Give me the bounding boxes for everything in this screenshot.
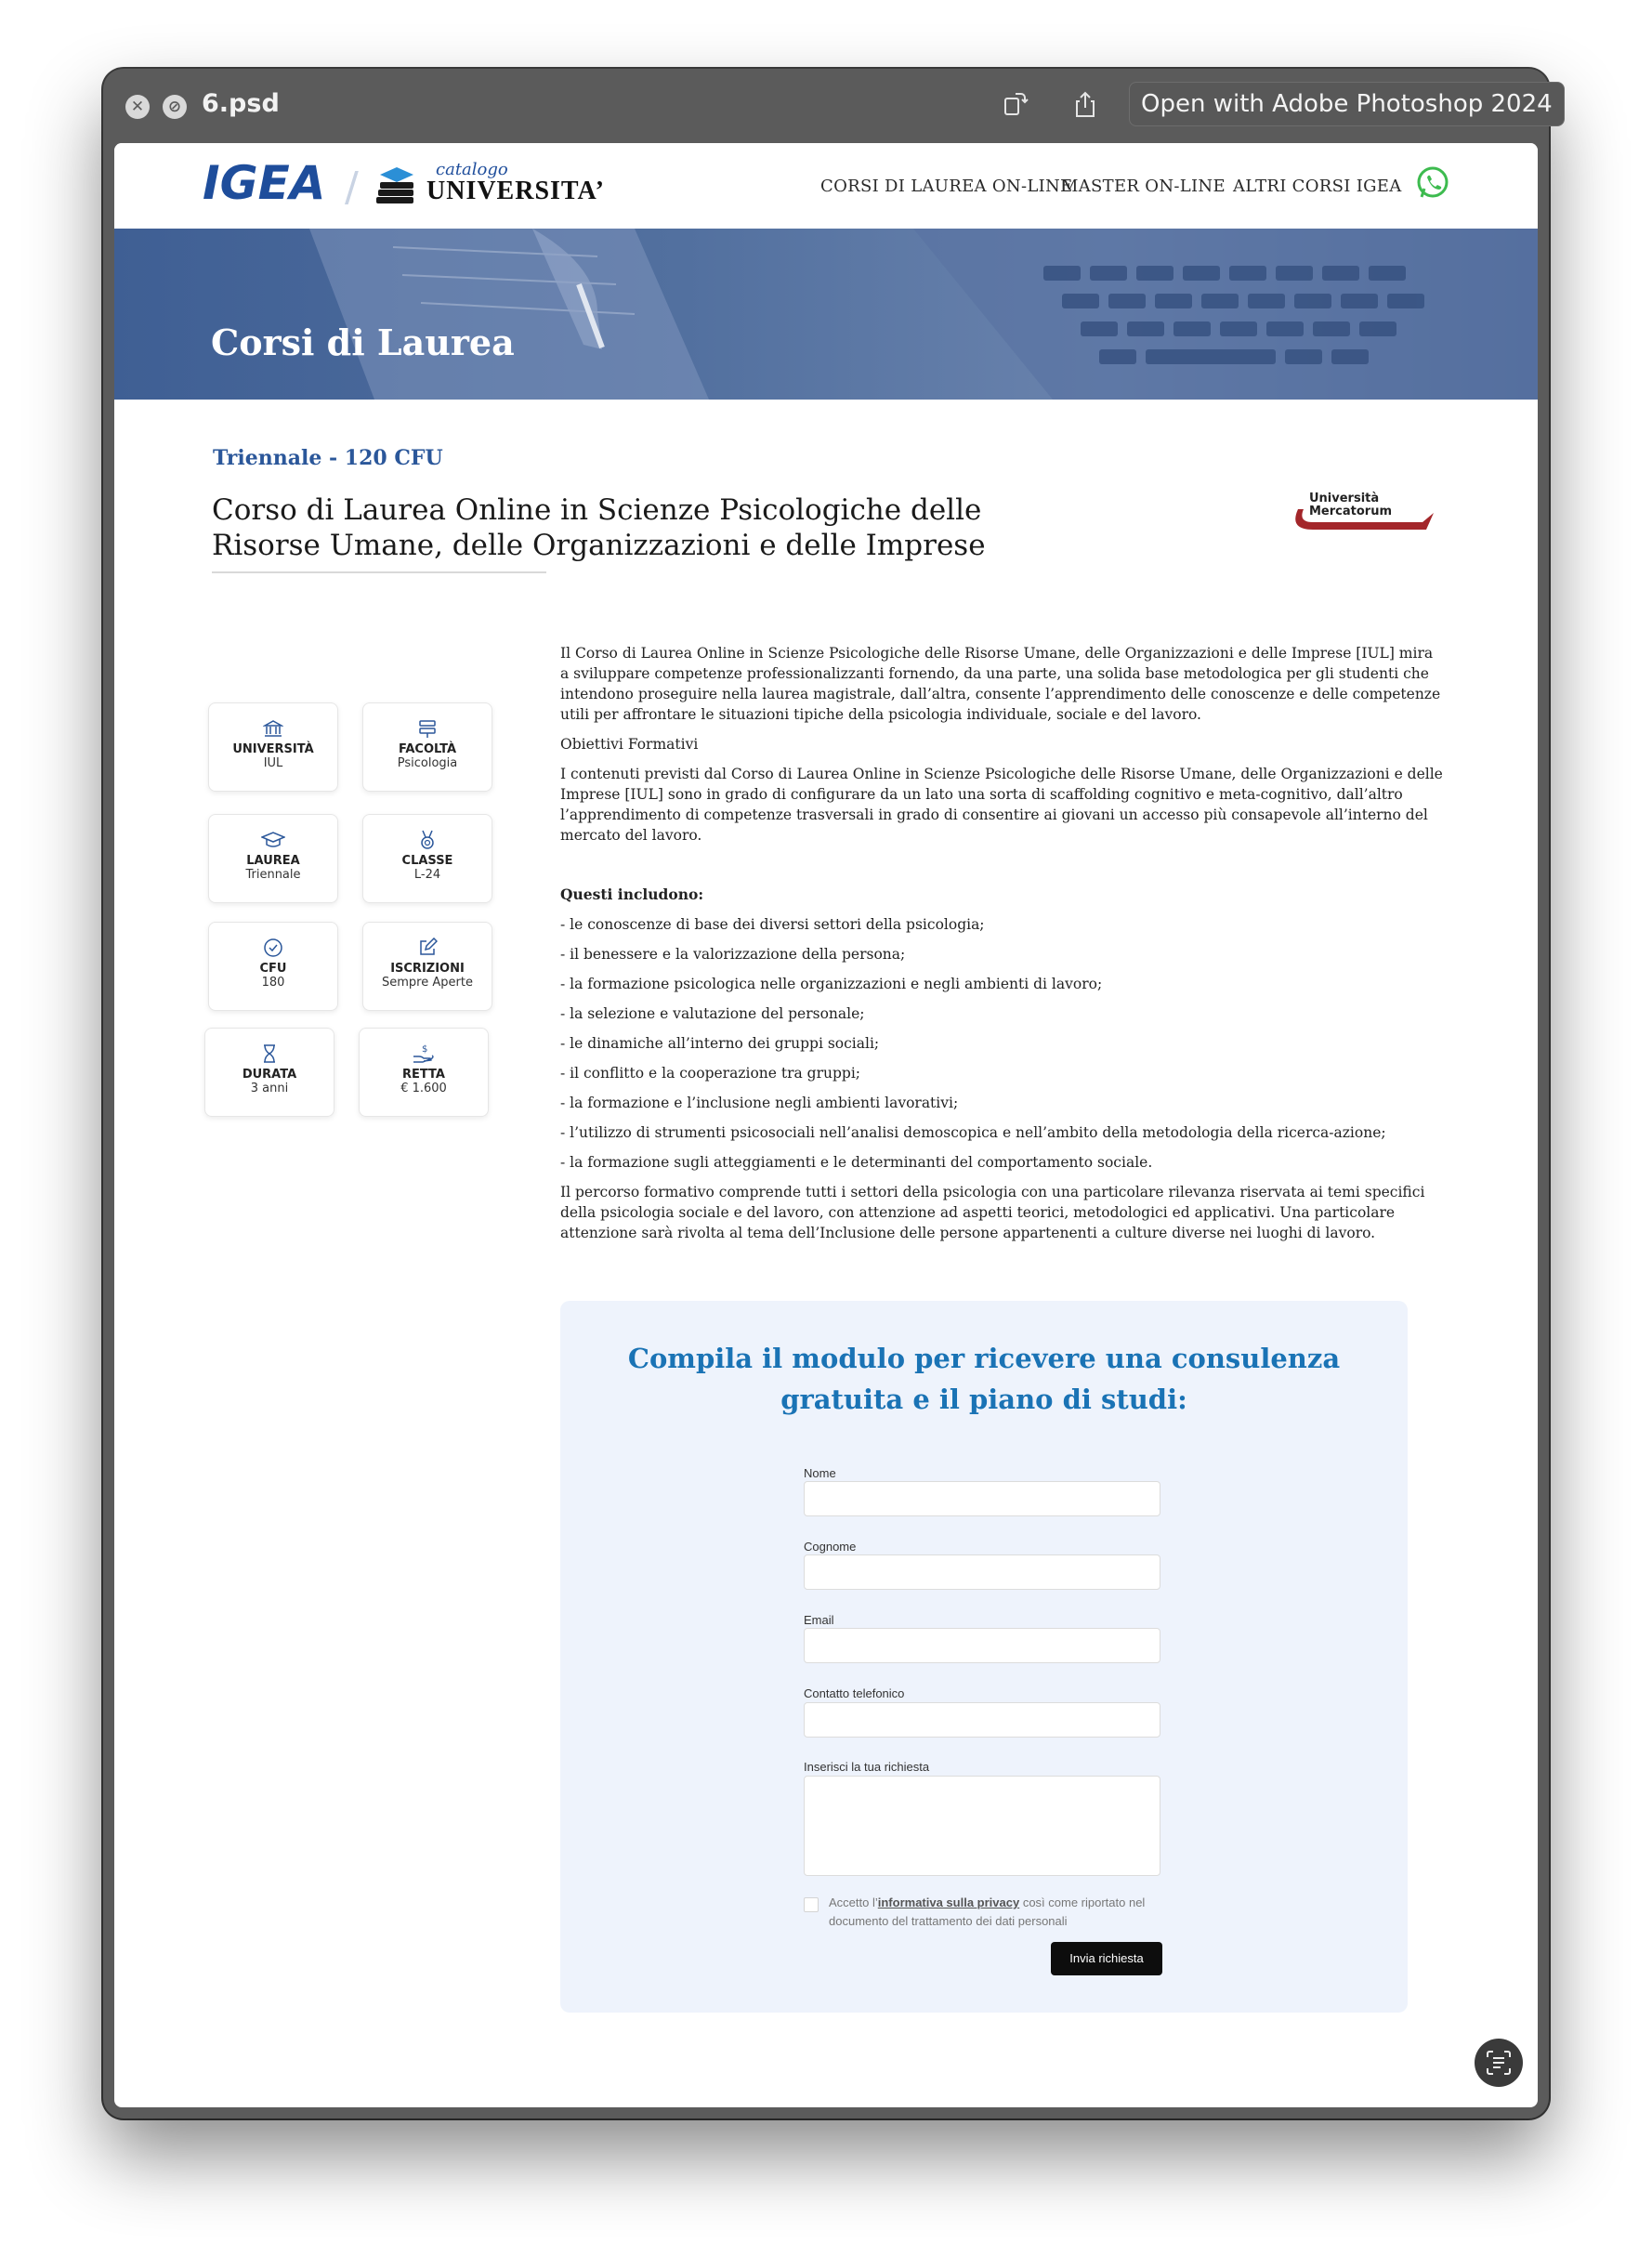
- card-laurea: LAUREA Triennale: [208, 814, 338, 903]
- hero-banner: Corsi di Laurea: [114, 229, 1538, 400]
- site-header: IGEA / catalogo UNIVERSITA’ CORSI DI LAU…: [114, 143, 1538, 229]
- university-icon: [263, 720, 283, 737]
- share-icon[interactable]: [1069, 89, 1101, 121]
- university-mercatorum-logo: Università Mercatorum: [1295, 492, 1434, 530]
- live-text-icon: [1487, 2051, 1511, 2075]
- check-circle-icon: [264, 938, 282, 957]
- list-item: - il conflitto e la cooperazione tra gru…: [560, 1065, 861, 1082]
- window-title: 6.psd: [202, 89, 280, 118]
- cognome-label: Cognome: [804, 1540, 857, 1554]
- cognome-input[interactable]: [804, 1554, 1160, 1590]
- privacy-text: Accetto l’informativa sulla privacy così…: [829, 1894, 1163, 1931]
- list-item: - il benessere e la valorizzazione della…: [560, 946, 906, 963]
- rotate-icon[interactable]: [999, 89, 1030, 121]
- includes-title: Questi includono:: [560, 885, 704, 903]
- form-title-line-1: Compila il modulo per ricevere una consu…: [627, 1343, 1341, 1374]
- svg-text:Mercatorum: Mercatorum: [1309, 505, 1392, 518]
- whatsapp-icon[interactable]: [1415, 165, 1450, 201]
- list-item: - la formazione psicologica nelle organi…: [560, 976, 1103, 992]
- card-label: ISCRIZIONI: [390, 962, 465, 976]
- telefono-input[interactable]: [804, 1702, 1160, 1738]
- money-hand-icon: $: [413, 1044, 434, 1063]
- hourglass-icon: [264, 1044, 275, 1063]
- card-retta: $ RETTA € 1.600: [359, 1028, 489, 1117]
- card-universita: UNIVERSITÀ IUL: [208, 702, 338, 792]
- privacy-link[interactable]: informativa sulla privacy: [878, 1895, 1019, 1909]
- hero-background-image: [309, 229, 1538, 400]
- card-value: Sempre Aperte: [382, 976, 473, 990]
- list-item: - le dinamiche all’interno dei gruppi so…: [560, 1035, 880, 1052]
- card-iscrizioni: ISCRIZIONI Sempre Aperte: [362, 922, 492, 1011]
- course-description: Il Corso di Laurea Online in Scienze Psi…: [560, 643, 1443, 1253]
- card-facolta: FACOLTÀ Psicologia: [362, 702, 492, 792]
- window-titlebar: ✕ ⊘ 6.psd Open with Adobe Photoshop 2024: [103, 69, 1565, 141]
- nav-corsi-di-laurea[interactable]: CORSI DI LAUREA ON-LINE: [820, 177, 1073, 196]
- card-cfu: CFU 180: [208, 922, 338, 1011]
- svg-text:IGEA: IGEA: [203, 158, 326, 208]
- card-label: CLASSE: [401, 854, 453, 868]
- email-input[interactable]: [804, 1628, 1160, 1663]
- closing-text: Il percorso formativo comprende tutti i …: [560, 1184, 1425, 1241]
- medal-icon: [421, 830, 434, 849]
- consultation-form: Compila il modulo per ricevere una consu…: [560, 1301, 1408, 2013]
- block-icon[interactable]: ⊘: [163, 95, 187, 119]
- card-value: € 1.600: [400, 1082, 447, 1095]
- nav-altri-corsi[interactable]: ALTRI CORSI IGEA: [1233, 177, 1402, 196]
- close-icon[interactable]: ✕: [125, 95, 150, 119]
- preview-window: ✕ ⊘ 6.psd Open with Adobe Photoshop 2024…: [103, 69, 1565, 2118]
- hero-title: Corsi di Laurea: [211, 321, 515, 363]
- card-value: Triennale: [245, 868, 301, 882]
- description-intro: Il Corso di Laurea Online in Scienze Psi…: [560, 645, 1441, 723]
- list-item: - la formazione e l’inclusione negli amb…: [560, 1095, 959, 1111]
- card-label: LAUREA: [246, 854, 300, 868]
- nome-label: Nome: [804, 1466, 836, 1480]
- nome-input[interactable]: [804, 1481, 1160, 1516]
- course-tag: Triennale - 120 CFU: [213, 446, 443, 470]
- privacy-prefix: Accetto l’: [829, 1895, 878, 1909]
- objectives-text: I contenuti previsti dal Corso di Laurea…: [560, 766, 1443, 844]
- richiesta-textarea[interactable]: [804, 1776, 1160, 1876]
- card-value: 180: [261, 976, 285, 990]
- title-divider: [212, 571, 546, 573]
- card-label: UNIVERSITÀ: [232, 742, 314, 756]
- edit-icon: [420, 938, 438, 955]
- email-label: Email: [804, 1613, 834, 1627]
- open-with-photoshop-button[interactable]: Open with Adobe Photoshop 2024: [1129, 82, 1565, 126]
- signpost-icon: [419, 720, 436, 738]
- card-durata: DURATA 3 anni: [204, 1028, 334, 1117]
- logo-divider: /: [345, 164, 359, 211]
- card-value: 3 anni: [250, 1082, 289, 1095]
- course-title: Corso di Laurea Online in Scienze Psicol…: [212, 493, 986, 562]
- list-item: - le conoscenze di base dei diversi sett…: [560, 916, 985, 933]
- graduation-cap-icon: [261, 832, 285, 847]
- card-label: DURATA: [242, 1068, 297, 1082]
- card-label: RETTA: [402, 1068, 445, 1082]
- submit-button[interactable]: Invia richiesta: [1051, 1942, 1162, 1975]
- card-value: Psicologia: [397, 756, 458, 770]
- privacy-checkbox[interactable]: [804, 1897, 819, 1912]
- list-item: - la formazione sugli atteggiamenti e le…: [560, 1154, 1153, 1171]
- card-label: FACOLTÀ: [398, 742, 457, 756]
- svg-text:$: $: [422, 1044, 427, 1055]
- logo-universita: UNIVERSITA’: [426, 177, 605, 205]
- telefono-label: Contatto telefonico: [804, 1686, 905, 1700]
- text-recognition-button[interactable]: [1475, 2039, 1523, 2087]
- form-title: Compila il modulo per ricevere una consu…: [560, 1338, 1408, 1420]
- card-value: IUL: [263, 756, 283, 770]
- objectives-title: Obiettivi Formativi: [560, 736, 699, 753]
- svg-text:Università: Università: [1309, 492, 1379, 505]
- nav-master[interactable]: MASTER ON-LINE: [1061, 177, 1226, 196]
- form-title-line-2: gratuita e il piano di studi:: [780, 1384, 1187, 1415]
- richiesta-label: Inserisci la tua richiesta: [804, 1760, 930, 1774]
- document-content: IGEA / catalogo UNIVERSITA’ CORSI DI LAU…: [114, 143, 1538, 2107]
- card-label: CFU: [259, 962, 287, 976]
- igea-logo[interactable]: IGEA: [203, 158, 342, 208]
- card-value: L-24: [413, 868, 441, 882]
- card-classe: CLASSE L-24: [362, 814, 492, 903]
- books-graduation-icon: [376, 167, 413, 203]
- list-item: - l’utilizzo di strumenti psicosociali n…: [560, 1124, 1386, 1141]
- list-item: - la selezione e valutazione del persona…: [560, 1005, 865, 1022]
